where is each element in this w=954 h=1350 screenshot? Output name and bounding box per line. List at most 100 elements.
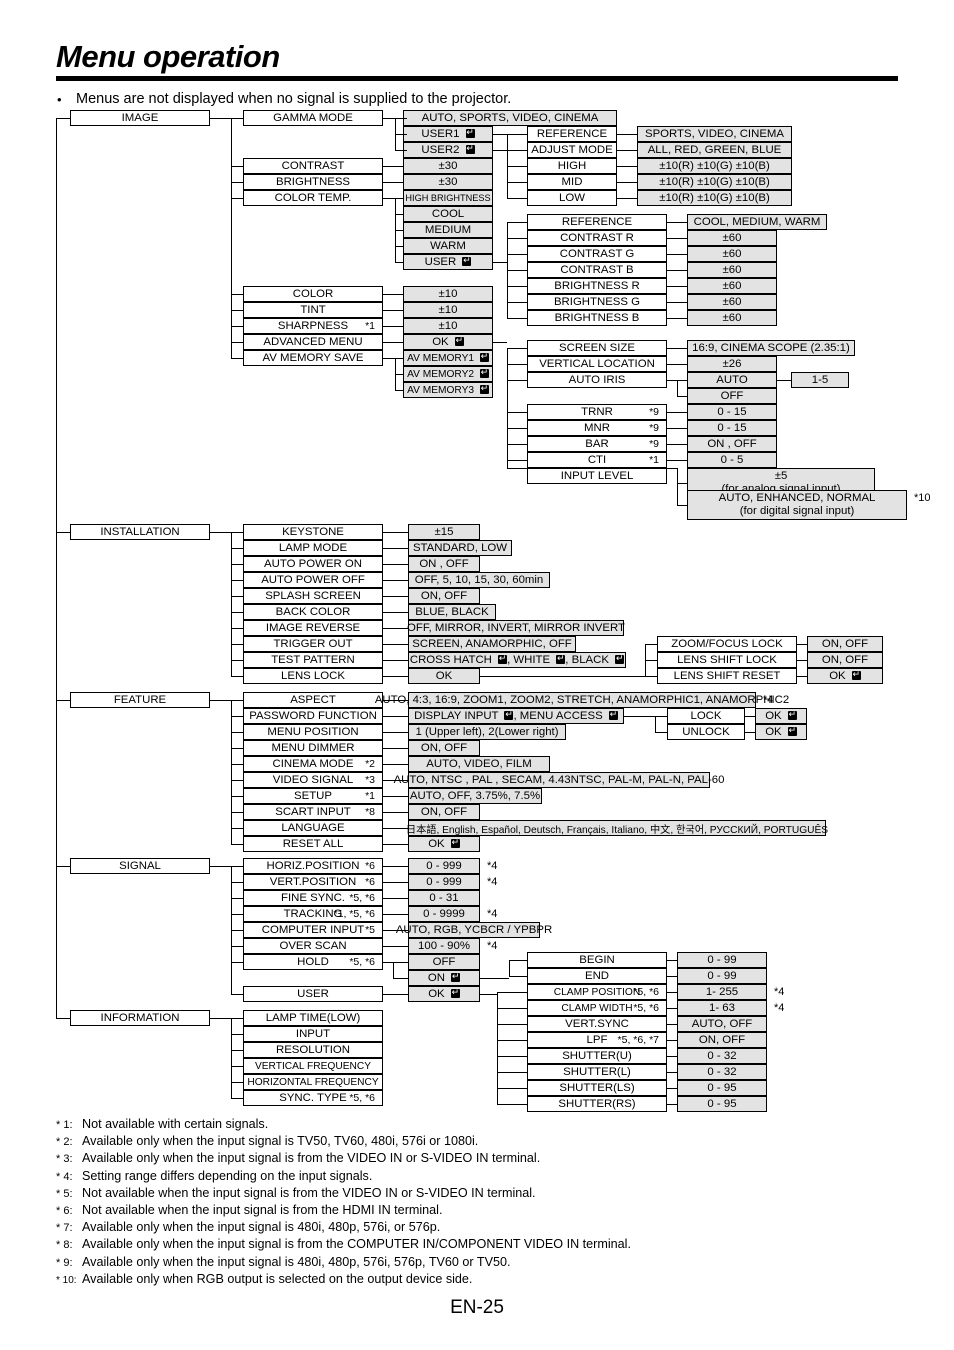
node-footnote: *6 xyxy=(365,876,375,889)
av-memory-1: AV MEMORY1 xyxy=(403,350,493,367)
connector xyxy=(617,150,637,152)
connector xyxy=(231,1098,243,1100)
connector xyxy=(383,700,408,702)
user-sub-4: SHUTTER(U) xyxy=(527,1048,667,1065)
node-label: ON, OFF xyxy=(420,590,468,603)
node-label: 0 - 32 xyxy=(707,1050,737,1063)
gamma-value-auto: AUTO, SPORTS, VIDEO, CINEMA xyxy=(403,110,617,127)
connector xyxy=(667,1104,677,1106)
feature-item-4: CINEMA MODE *2 xyxy=(243,756,383,773)
info-item-2: RESOLUTION xyxy=(243,1042,383,1059)
footnote-text: Available only when the input signal is … xyxy=(82,1134,479,1149)
signal-value-7: OK xyxy=(408,986,480,1003)
connector xyxy=(507,380,527,382)
footnote-mark: * 2: xyxy=(56,1136,73,1149)
adv-tail-value-4: 0 - 15 xyxy=(687,420,777,437)
node-label: ±10(R) ±10(G) ±10(B) xyxy=(659,176,770,189)
node-label: ALL, RED, GREEN, BLUE xyxy=(647,144,782,157)
node-label: VERTICAL LOCATION xyxy=(539,358,655,371)
node-label: ON, OFF xyxy=(698,1034,746,1047)
color-temp-value-3: WARM xyxy=(403,238,493,255)
connector xyxy=(56,866,70,868)
node-side-note: *4 xyxy=(487,908,498,920)
hold-sub-0: BEGIN xyxy=(527,952,667,969)
node-label: MNR xyxy=(584,422,610,435)
connector xyxy=(231,700,233,844)
footnote-row: * 1: Not available with certain signals. xyxy=(56,1116,776,1133)
feature-item-3: MENU DIMMER xyxy=(243,740,383,757)
ctuser-sub-value-4: ±60 xyxy=(687,278,777,295)
connector xyxy=(231,780,243,782)
gamma-sub-value-1: ALL, RED, GREEN, BLUE xyxy=(637,142,792,159)
adv-screen-size: SCREEN SIZE xyxy=(527,340,667,357)
node-label: SCREEN SIZE xyxy=(559,342,635,355)
connector xyxy=(231,166,243,168)
node-label: 0 - 99 xyxy=(707,970,737,983)
node-label: RESET ALL xyxy=(282,838,344,851)
node-label: CINEMA MODE xyxy=(272,758,354,771)
adv-auto-iris-off: OFF xyxy=(687,388,777,405)
info-item-1: INPUT xyxy=(243,1026,383,1043)
lenslock-0: ZOOM/FOCUS LOCK xyxy=(657,636,797,653)
node-label: TEST PATTERN xyxy=(271,654,355,667)
node-label: ON, OFF xyxy=(821,654,869,667)
node-label: USER1 xyxy=(421,126,475,140)
footnote-row: * 5: Not available when the input signal … xyxy=(56,1185,776,1202)
node-label: SPORTS, VIDEO, CINEMA xyxy=(644,128,785,141)
enter-icon xyxy=(454,334,464,347)
adv-tail-value-6: 0 - 5 xyxy=(687,452,777,469)
adv-tail-value-5: ON , OFF xyxy=(687,436,777,453)
connector xyxy=(231,1050,243,1052)
node-label: 0 - 99 xyxy=(707,954,737,967)
connector xyxy=(667,254,687,256)
connector xyxy=(677,483,687,485)
gamma-value-user2: USER2 xyxy=(403,142,493,159)
node-label: CONTRAST xyxy=(281,160,345,173)
connector xyxy=(395,230,403,232)
user-sub-0: CLAMP POSITION *5, *6 xyxy=(527,984,667,1001)
connector xyxy=(383,946,408,948)
footnote-text: Available only when the input signal is … xyxy=(82,1151,541,1166)
connector xyxy=(231,612,243,614)
node-label: AV MEMORY SAVE xyxy=(262,352,364,365)
connector xyxy=(507,468,527,470)
color-temp-value-1: COOL xyxy=(403,206,493,223)
node-label: BACK COLOR xyxy=(275,606,351,619)
connector xyxy=(395,118,403,120)
connector xyxy=(645,676,657,678)
signal-item-1: VERT.POSITION *6 xyxy=(243,874,383,891)
node-label: ASPECT xyxy=(290,694,336,707)
connector xyxy=(507,254,527,256)
node-label: AV MEMORY1 xyxy=(407,350,489,364)
hold-sub-value-1: 0 - 99 xyxy=(677,968,767,985)
feature-value-8: 日本語, English, Español, Deutsch, Français… xyxy=(406,820,828,837)
connector xyxy=(395,390,403,392)
node-label: SHARPNESS xyxy=(277,320,349,333)
connector xyxy=(677,380,679,396)
user-sub-2: VERT.SYNC xyxy=(527,1016,667,1033)
node-label: ±10 xyxy=(438,304,458,317)
gamma-sub-2: HIGH xyxy=(527,158,617,175)
footnote-list: * 1: Not available with certain signals. *… xyxy=(56,1116,776,1289)
node-label: BRIGHTNESS R xyxy=(554,280,640,293)
enter-icon xyxy=(556,652,566,665)
feature-item-9: RESET ALL xyxy=(243,836,383,853)
node-label: VIDEO SIGNAL xyxy=(272,774,354,787)
node-label: OFF, 5, 10, 15, 30, 60min xyxy=(414,574,544,587)
install-value-3: OFF, 5, 10, 15, 30, 60min xyxy=(408,572,550,589)
node-label: ±60 xyxy=(722,312,742,325)
connector xyxy=(493,342,507,344)
node-label: CONTRAST R xyxy=(560,232,634,245)
node-side-note: *4 xyxy=(487,860,498,872)
connector xyxy=(231,294,243,296)
node-label: OK xyxy=(428,986,460,1000)
connector xyxy=(655,716,667,718)
node-label: OK xyxy=(428,836,460,850)
footnote-row: * 7: Available only when the input signal… xyxy=(56,1219,776,1236)
password-value-0: OK xyxy=(755,708,807,725)
connector xyxy=(507,150,527,152)
install-value-8: CROSS HATCH , WHITE , BLACK xyxy=(408,652,626,669)
connector xyxy=(231,644,243,646)
node-label: 0 - 999 xyxy=(426,876,462,889)
signal-item-0: HORIZ.POSITION *6 xyxy=(243,858,383,875)
